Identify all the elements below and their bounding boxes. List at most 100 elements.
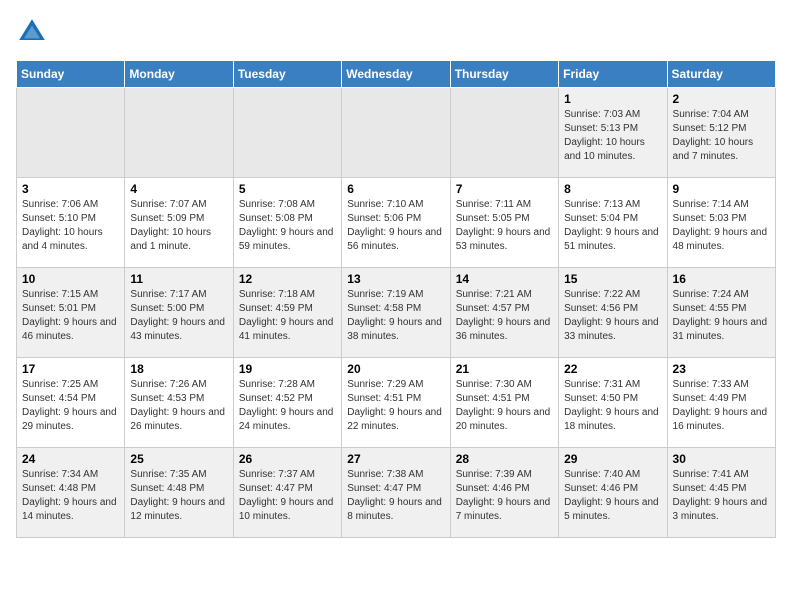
day-info: Sunrise: 7:33 AM Sunset: 4:49 PM Dayligh… bbox=[673, 378, 770, 434]
day-number: 3 bbox=[22, 182, 119, 196]
day-info: Sunrise: 7:18 AM Sunset: 4:59 PM Dayligh… bbox=[239, 288, 336, 344]
calendar-cell: 9 Sunrise: 7:14 AM Sunset: 5:03 PM Daylig… bbox=[667, 178, 775, 268]
calendar-cell bbox=[125, 88, 233, 178]
day-info: Sunrise: 7:39 AM Sunset: 4:46 PM Dayligh… bbox=[456, 468, 553, 524]
day-number: 21 bbox=[456, 362, 553, 376]
day-number: 20 bbox=[347, 362, 444, 376]
calendar-cell: 5 Sunrise: 7:08 AM Sunset: 5:08 PM Daylig… bbox=[233, 178, 341, 268]
day-number: 26 bbox=[239, 452, 336, 466]
calendar-cell: 26 Sunrise: 7:37 AM Sunset: 4:47 PM Dayli… bbox=[233, 448, 341, 538]
day-number: 6 bbox=[347, 182, 444, 196]
calendar-cell: 6 Sunrise: 7:10 AM Sunset: 5:06 PM Daylig… bbox=[342, 178, 450, 268]
calendar-cell: 28 Sunrise: 7:39 AM Sunset: 4:46 PM Dayli… bbox=[450, 448, 558, 538]
day-info: Sunrise: 7:25 AM Sunset: 4:54 PM Dayligh… bbox=[22, 378, 119, 434]
day-number: 23 bbox=[673, 362, 770, 376]
day-info: Sunrise: 7:15 AM Sunset: 5:01 PM Dayligh… bbox=[22, 288, 119, 344]
calendar-cell: 10 Sunrise: 7:15 AM Sunset: 5:01 PM Dayli… bbox=[17, 268, 125, 358]
day-info: Sunrise: 7:28 AM Sunset: 4:52 PM Dayligh… bbox=[239, 378, 336, 434]
day-number: 25 bbox=[130, 452, 227, 466]
day-info: Sunrise: 7:31 AM Sunset: 4:50 PM Dayligh… bbox=[564, 378, 661, 434]
day-number: 12 bbox=[239, 272, 336, 286]
calendar-cell: 2 Sunrise: 7:04 AM Sunset: 5:12 PM Daylig… bbox=[667, 88, 775, 178]
calendar-cell: 27Sunrise: 7:38 AM Sunset: 4:47 PM Dayli… bbox=[342, 448, 450, 538]
calendar-cell: 18 Sunrise: 7:26 AM Sunset: 4:53 PM Dayli… bbox=[125, 358, 233, 448]
calendar-cell: 1 Sunrise: 7:03 AM Sunset: 5:13 PM Daylig… bbox=[559, 88, 667, 178]
day-number: 7 bbox=[456, 182, 553, 196]
day-info: Sunrise: 7:24 AM Sunset: 4:55 PM Dayligh… bbox=[673, 288, 770, 344]
calendar-cell bbox=[342, 88, 450, 178]
day-info: Sunrise: 7:11 AM Sunset: 5:05 PM Dayligh… bbox=[456, 198, 553, 254]
day-number: 2 bbox=[673, 92, 770, 106]
day-info: Sunrise: 7:17 AM Sunset: 5:00 PM Dayligh… bbox=[130, 288, 227, 344]
calendar-cell: 14 Sunrise: 7:21 AM Sunset: 4:57 PM Dayli… bbox=[450, 268, 558, 358]
calendar-cell: 12 Sunrise: 7:18 AM Sunset: 4:59 PM Dayli… bbox=[233, 268, 341, 358]
calendar-cell: 7 Sunrise: 7:11 AM Sunset: 5:05 PM Daylig… bbox=[450, 178, 558, 268]
weekday-header-row: SundayMondayTuesdayWednesdayThursdayFrid… bbox=[17, 61, 776, 88]
day-info: Sunrise: 7:06 AM Sunset: 5:10 PM Dayligh… bbox=[22, 198, 119, 254]
day-info: Sunrise: 7:26 AM Sunset: 4:53 PM Dayligh… bbox=[130, 378, 227, 434]
calendar-cell: 22 Sunrise: 7:31 AM Sunset: 4:50 PM Dayli… bbox=[559, 358, 667, 448]
day-info: Sunrise: 7:07 AM Sunset: 5:09 PM Dayligh… bbox=[130, 198, 227, 254]
page-header bbox=[16, 16, 776, 48]
day-info: Sunrise: 7:22 AM Sunset: 4:56 PM Dayligh… bbox=[564, 288, 661, 344]
calendar-cell: 4 Sunrise: 7:07 AM Sunset: 5:09 PM Daylig… bbox=[125, 178, 233, 268]
day-info: Sunrise: 7:37 AM Sunset: 4:47 PM Dayligh… bbox=[239, 468, 336, 524]
day-number: 11 bbox=[130, 272, 227, 286]
day-number: 22 bbox=[564, 362, 661, 376]
day-info: Sunrise: 7:21 AM Sunset: 4:57 PM Dayligh… bbox=[456, 288, 553, 344]
calendar-cell: 11 Sunrise: 7:17 AM Sunset: 5:00 PM Dayli… bbox=[125, 268, 233, 358]
day-info: Sunrise: 7:29 AM Sunset: 4:51 PM Dayligh… bbox=[347, 378, 444, 434]
day-number: 9 bbox=[673, 182, 770, 196]
day-number: 8 bbox=[564, 182, 661, 196]
weekday-header-wednesday: Wednesday bbox=[342, 61, 450, 88]
day-number: 17 bbox=[22, 362, 119, 376]
calendar-cell: 17 Sunrise: 7:25 AM Sunset: 4:54 PM Dayli… bbox=[17, 358, 125, 448]
weekday-header-saturday: Saturday bbox=[667, 61, 775, 88]
day-info: Sunrise: 7:08 AM Sunset: 5:08 PM Dayligh… bbox=[239, 198, 336, 254]
day-number: 5 bbox=[239, 182, 336, 196]
day-info: Sunrise: 7:40 AM Sunset: 4:46 PM Dayligh… bbox=[564, 468, 661, 524]
calendar-week-row: 1 Sunrise: 7:03 AM Sunset: 5:13 PM Daylig… bbox=[17, 88, 776, 178]
calendar-week-row: 17 Sunrise: 7:25 AM Sunset: 4:54 PM Dayli… bbox=[17, 358, 776, 448]
calendar-cell: 30 Sunrise: 7:41 AM Sunset: 4:45 PM Dayli… bbox=[667, 448, 775, 538]
day-number: 18 bbox=[130, 362, 227, 376]
day-number: 16 bbox=[673, 272, 770, 286]
calendar-cell: 16 Sunrise: 7:24 AM Sunset: 4:55 PM Dayli… bbox=[667, 268, 775, 358]
calendar-cell: 20 Sunrise: 7:29 AM Sunset: 4:51 PM Dayli… bbox=[342, 358, 450, 448]
day-info: Sunrise: 7:14 AM Sunset: 5:03 PM Dayligh… bbox=[673, 198, 770, 254]
calendar-week-row: 10 Sunrise: 7:15 AM Sunset: 5:01 PM Dayli… bbox=[17, 268, 776, 358]
day-number: 14 bbox=[456, 272, 553, 286]
day-number: 10 bbox=[22, 272, 119, 286]
day-number: 28 bbox=[456, 452, 553, 466]
calendar-cell: 19 Sunrise: 7:28 AM Sunset: 4:52 PM Dayli… bbox=[233, 358, 341, 448]
day-number: 15 bbox=[564, 272, 661, 286]
day-info: Sunrise: 7:03 AM Sunset: 5:13 PM Dayligh… bbox=[564, 108, 661, 164]
calendar-cell bbox=[450, 88, 558, 178]
calendar-cell: 21 Sunrise: 7:30 AM Sunset: 4:51 PM Dayli… bbox=[450, 358, 558, 448]
day-info: Sunrise: 7:34 AM Sunset: 4:48 PM Dayligh… bbox=[22, 468, 119, 524]
day-info: Sunrise: 7:41 AM Sunset: 4:45 PM Dayligh… bbox=[673, 468, 770, 524]
calendar-cell: 29 Sunrise: 7:40 AM Sunset: 4:46 PM Dayli… bbox=[559, 448, 667, 538]
day-number: 30 bbox=[673, 452, 770, 466]
day-number: 24 bbox=[22, 452, 119, 466]
day-number: 4 bbox=[130, 182, 227, 196]
day-info: Sunrise: 7:10 AM Sunset: 5:06 PM Dayligh… bbox=[347, 198, 444, 254]
calendar-cell bbox=[17, 88, 125, 178]
weekday-header-sunday: Sunday bbox=[17, 61, 125, 88]
calendar-cell: 23 Sunrise: 7:33 AM Sunset: 4:49 PM Dayli… bbox=[667, 358, 775, 448]
weekday-header-thursday: Thursday bbox=[450, 61, 558, 88]
weekday-header-friday: Friday bbox=[559, 61, 667, 88]
day-info: Sunrise: 7:30 AM Sunset: 4:51 PM Dayligh… bbox=[456, 378, 553, 434]
calendar-cell: 24 Sunrise: 7:34 AM Sunset: 4:48 PM Dayli… bbox=[17, 448, 125, 538]
day-number: 29 bbox=[564, 452, 661, 466]
weekday-header-monday: Monday bbox=[125, 61, 233, 88]
day-info: Sunrise: 7:13 AM Sunset: 5:04 PM Dayligh… bbox=[564, 198, 661, 254]
calendar-cell bbox=[233, 88, 341, 178]
calendar-cell: 8 Sunrise: 7:13 AM Sunset: 5:04 PM Daylig… bbox=[559, 178, 667, 268]
calendar-week-row: 24 Sunrise: 7:34 AM Sunset: 4:48 PM Dayli… bbox=[17, 448, 776, 538]
weekday-header-tuesday: Tuesday bbox=[233, 61, 341, 88]
day-number: 1 bbox=[564, 92, 661, 106]
calendar-cell: 25Sunrise: 7:35 AM Sunset: 4:48 PM Dayli… bbox=[125, 448, 233, 538]
day-info: Sunrise: 7:04 AM Sunset: 5:12 PM Dayligh… bbox=[673, 108, 770, 164]
day-number: 19 bbox=[239, 362, 336, 376]
